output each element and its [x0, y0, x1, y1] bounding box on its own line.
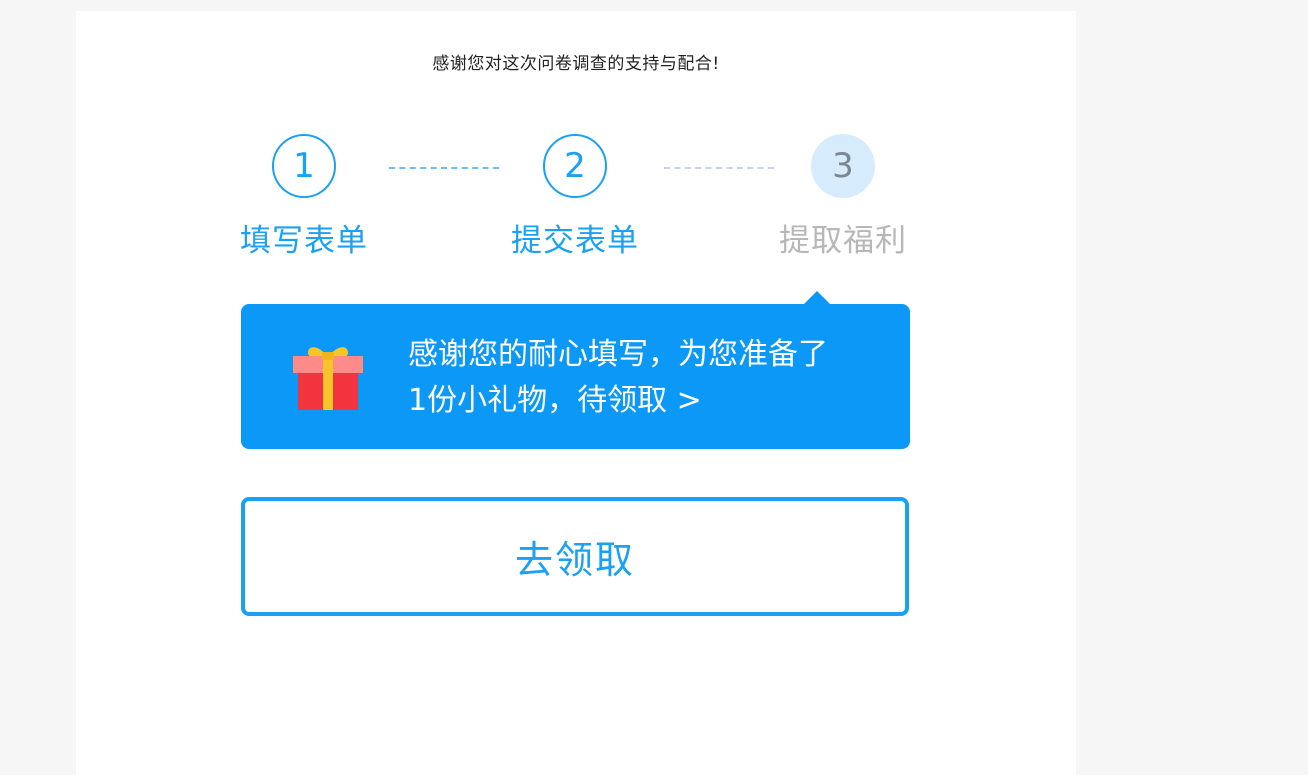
step-2-number: 2 [564, 146, 586, 186]
step-2-circle: 2 [543, 134, 607, 198]
gift-icon [293, 347, 363, 410]
survey-complete-card: 感谢您对这次问卷调查的支持与配合! 1 填写表单 2 提交表单 3 提取福利 感… [76, 11, 1076, 775]
step-3-label: 提取福利 [779, 223, 907, 259]
step-connector-1 [389, 167, 499, 169]
step-2-label: 提交表单 [511, 223, 639, 259]
step-1-label: 填写表单 [240, 223, 368, 259]
reward-banner[interactable]: 感谢您的耐心填写，为您准备了 1份小礼物，待领取 > [241, 291, 910, 449]
step-3-circle: 3 [811, 134, 875, 198]
reward-line-2: 1份小礼物，待领取 > [408, 383, 702, 418]
thanks-message: 感谢您对这次问卷调查的支持与配合! [432, 54, 720, 74]
reward-message: 感谢您的耐心填写，为您准备了 1份小礼物，待领取 > [408, 332, 888, 424]
step-3-number: 3 [832, 146, 854, 186]
banner-pointer [804, 291, 830, 304]
step-1-circle: 1 [272, 134, 336, 198]
reward-line-1: 感谢您的耐心填写，为您准备了 [408, 337, 828, 372]
step-1-number: 1 [293, 146, 315, 186]
step-connector-2 [664, 167, 774, 169]
claim-reward-button[interactable]: 去领取 [241, 497, 909, 616]
